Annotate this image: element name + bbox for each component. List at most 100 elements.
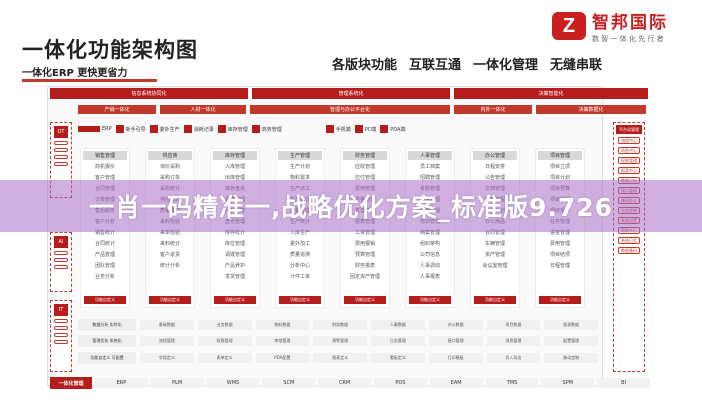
module-item: 公司信息 [419,252,440,258]
right-panel-item: 数据备份 [618,247,640,254]
tool-label: PC端 [364,126,377,133]
tool-label: ERP [102,126,112,132]
lower-row: 数据分析 实时化 基础数据 业务数据 物料数据 财务数据 人事数据 办公数据 项目数据 报表数据 [78,318,598,332]
module-item: 项目立项 [549,164,570,170]
it-tag: IT [54,304,68,316]
left-mini-bar [54,333,68,337]
lower-row: 管理优化 系统化 流程管理 权限管理 审批管理 预警管理 日志管理 接口管理 消息管理 配置管理 [78,334,598,348]
page-title: 一体化功能架构图 [22,38,198,62]
brand-slogan: 数 智 一 体 化 先 行 者 [592,35,664,43]
bottom-system-item: SPM [541,378,595,388]
tool-icon [183,125,192,133]
tool-item: 委外生产 [149,125,180,133]
logo-text: 智邦国际 数 智 一 体 化 先 行 者 [592,8,668,44]
lower-row-cell: 审批管理 [255,336,310,346]
left-mini-bar [54,340,68,344]
sub-bar: 决策数据化 [536,105,646,114]
lower-row-cell: 业务数据 [197,320,252,330]
top-bar: 信息系统协同化 [50,88,248,99]
module-item: 固定资产管理 [349,274,380,280]
module-head: 生产管理 [278,151,322,160]
lower-row-cell: 预警管理 [313,336,367,346]
module-item: 入库管理 [224,164,245,170]
module-foot: 功能自定义 [344,296,386,304]
tool-label: PDA端 [390,126,406,133]
module-item: 资产管理 [484,252,505,258]
module-item: 车辆管理 [484,241,505,247]
lower-row-cell: PDA配置 [255,353,310,363]
brand-name: 智邦国际 [592,13,668,33]
tool-label: 新手引导 [125,126,146,133]
tool-erp: ERP [78,126,112,132]
sub-bar: 人财一体化 [160,105,246,114]
module-item: 商机报价 [94,164,115,170]
left-mini-bar [54,265,68,269]
tool-item: 库存管理 [217,125,248,133]
left-mini-bar [54,319,68,323]
module-item: 预算管理 [354,252,375,258]
left-column-ai: AI [50,232,72,292]
module-item: 客户退货 [159,252,180,258]
watermark-banner: 一肖一码精准一,战略优化方案_标准版9.726 [0,180,702,232]
module-item: 询价采购 [159,164,180,170]
module-head: 财务管理 [343,151,387,160]
module-item: 日程管理 [549,263,570,269]
module-foot: 功能自定义 [279,296,321,304]
feature-item: 无缝串联 [550,58,603,73]
lower-row-label: 功能自定义 可配置 [78,352,136,364]
tool-label: 委外生产 [159,126,180,133]
module-head: 供应商 [148,151,192,160]
module-item: 生产计划 [289,164,310,170]
module-head: 人事管理 [408,151,452,160]
left-mini-bar [54,326,68,330]
lower-row-cell: 权限管理 [197,336,252,346]
module-item: 库位管理 [224,241,245,247]
right-panel-title: 平台化管理 [616,125,642,134]
bottom-bar: 一体化管理 ERP PLM WMS SCM CRM POS EAM TMS SPM BI [50,376,650,390]
lower-row-cell: 办公数据 [428,320,483,330]
bottom-main-label: 一体化管理 [50,377,92,389]
lower-row-cell: 基础数据 [140,320,194,330]
lower-row-cell: 字段定义 [140,353,194,363]
lower-row-label: 数据分析 实时化 [78,319,136,331]
lower-row-cell: 流程管理 [140,336,194,346]
right-panel-item: 报表中心 [618,167,640,174]
left-mini-bar [54,251,68,255]
tool-label: 库存管理 [227,126,248,133]
lower-row-cell: 物料数据 [255,320,310,330]
lower-row-cell: 表单定义 [197,353,252,363]
top-bar: 管理系统化 [252,88,450,99]
lower-row-cell: 接口管理 [428,336,483,346]
tool-item: PDA端 [380,125,405,133]
ai-tag: AI [54,236,68,248]
lower-row-cell: 财务数据 [313,320,367,330]
module-item: 来料统计 [159,241,180,247]
module-item: 财务报表 [354,263,375,269]
feature-item: 各版块功能 [332,58,398,73]
tool-icon [217,125,226,133]
tool-item: PC端 [354,125,377,133]
left-mini-bar [54,148,68,152]
module-item: 统计分析 [159,263,180,269]
module-item: 计件工资 [289,274,310,280]
tool-icon [149,125,158,133]
module-head: 项目管理 [538,151,582,160]
lower-row-cell: 移动定制 [544,353,598,363]
module-item: 组织架构 [419,241,440,247]
module-item: 调拨管理 [224,252,245,258]
left-column-it: IT [50,300,72,372]
module-foot: 功能自定义 [409,296,451,304]
module-item: 费用报销 [354,241,375,247]
lower-row: 功能自定义 可配置 字段定义 表单定义 PDA配置 报表定义 看板定义 打印模板 导入导出 移动… [78,351,598,365]
tool-icon [115,125,124,133]
bottom-system-item: BI [597,378,650,388]
sub-bar: 内外一体化 [454,105,532,114]
module-item: 人事调动 [419,263,440,269]
left-mini-bar [54,258,68,262]
left-mini-bar [54,155,68,159]
erp-badge-icon [78,126,100,132]
module-item: 业务分析 [94,274,115,280]
module-item: 费用管理 [549,241,570,247]
pc-icon [354,125,363,133]
module-item: 会议室管理 [482,263,508,269]
